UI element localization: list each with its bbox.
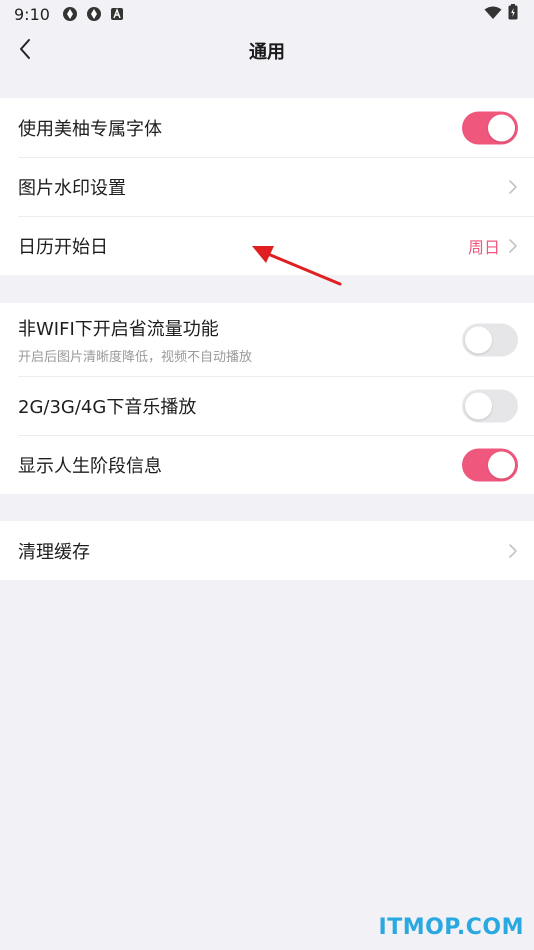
setting-label: 使用美柚专属字体 xyxy=(18,118,162,140)
wifi-icon xyxy=(484,5,502,24)
nav-bar: 通用 xyxy=(0,28,534,74)
setting-row-clear-cache[interactable]: 清理缓存 xyxy=(0,521,534,580)
battery-icon xyxy=(508,4,518,24)
toggle-knob xyxy=(488,114,515,141)
toggle-knob xyxy=(488,451,515,478)
app-icon-1 xyxy=(62,6,78,22)
setting-label: 日历开始日 xyxy=(18,236,108,258)
setting-row-life-stage[interactable]: 显示人生阶段信息 xyxy=(0,435,534,494)
annotation-arrow-icon xyxy=(240,236,350,300)
data-saver-toggle[interactable] xyxy=(462,323,518,356)
setting-label: 清理缓存 xyxy=(18,541,90,563)
setting-row-watermark[interactable]: 图片水印设置 xyxy=(0,157,534,216)
life-stage-toggle[interactable] xyxy=(462,448,518,481)
settings-section-storage: 清理缓存 xyxy=(0,521,534,580)
setting-label: 图片水印设置 xyxy=(18,177,126,199)
chevron-right-icon xyxy=(508,179,518,195)
page-title: 通用 xyxy=(249,42,285,63)
setting-label: 非WIFI下开启省流量功能 xyxy=(18,318,219,340)
setting-row-mobile-music[interactable]: 2G/3G/4G下音乐播放 xyxy=(0,376,534,435)
status-right xyxy=(484,4,518,24)
app-icon-2 xyxy=(86,6,102,22)
watermark-logo: ITMOP.COM xyxy=(378,915,524,940)
setting-label: 2G/3G/4G下音乐播放 xyxy=(18,396,197,418)
chevron-right-icon xyxy=(508,543,518,559)
status-bar: 9:10 xyxy=(0,0,534,28)
font-toggle[interactable] xyxy=(462,111,518,144)
setting-row-font[interactable]: 使用美柚专属字体 xyxy=(0,98,534,157)
settings-section-network: 非WIFI下开启省流量功能 开启后图片清晰度降低，视频不自动播放 2G/3G/4… xyxy=(0,303,534,494)
back-button[interactable] xyxy=(8,34,42,68)
setting-label: 显示人生阶段信息 xyxy=(18,455,162,477)
calendar-start-value: 周日 xyxy=(467,237,500,257)
mobile-music-toggle[interactable] xyxy=(462,389,518,422)
toggle-knob xyxy=(465,326,492,353)
chevron-left-icon xyxy=(18,38,32,64)
a-icon xyxy=(110,7,124,21)
status-time: 9:10 xyxy=(14,4,50,24)
setting-description: 开启后图片清晰度降低，视频不自动播放 xyxy=(18,349,253,365)
toggle-knob xyxy=(465,392,492,419)
chevron-right-icon xyxy=(508,238,518,254)
setting-row-data-saver[interactable]: 非WIFI下开启省流量功能 开启后图片清晰度降低，视频不自动播放 xyxy=(0,303,534,376)
